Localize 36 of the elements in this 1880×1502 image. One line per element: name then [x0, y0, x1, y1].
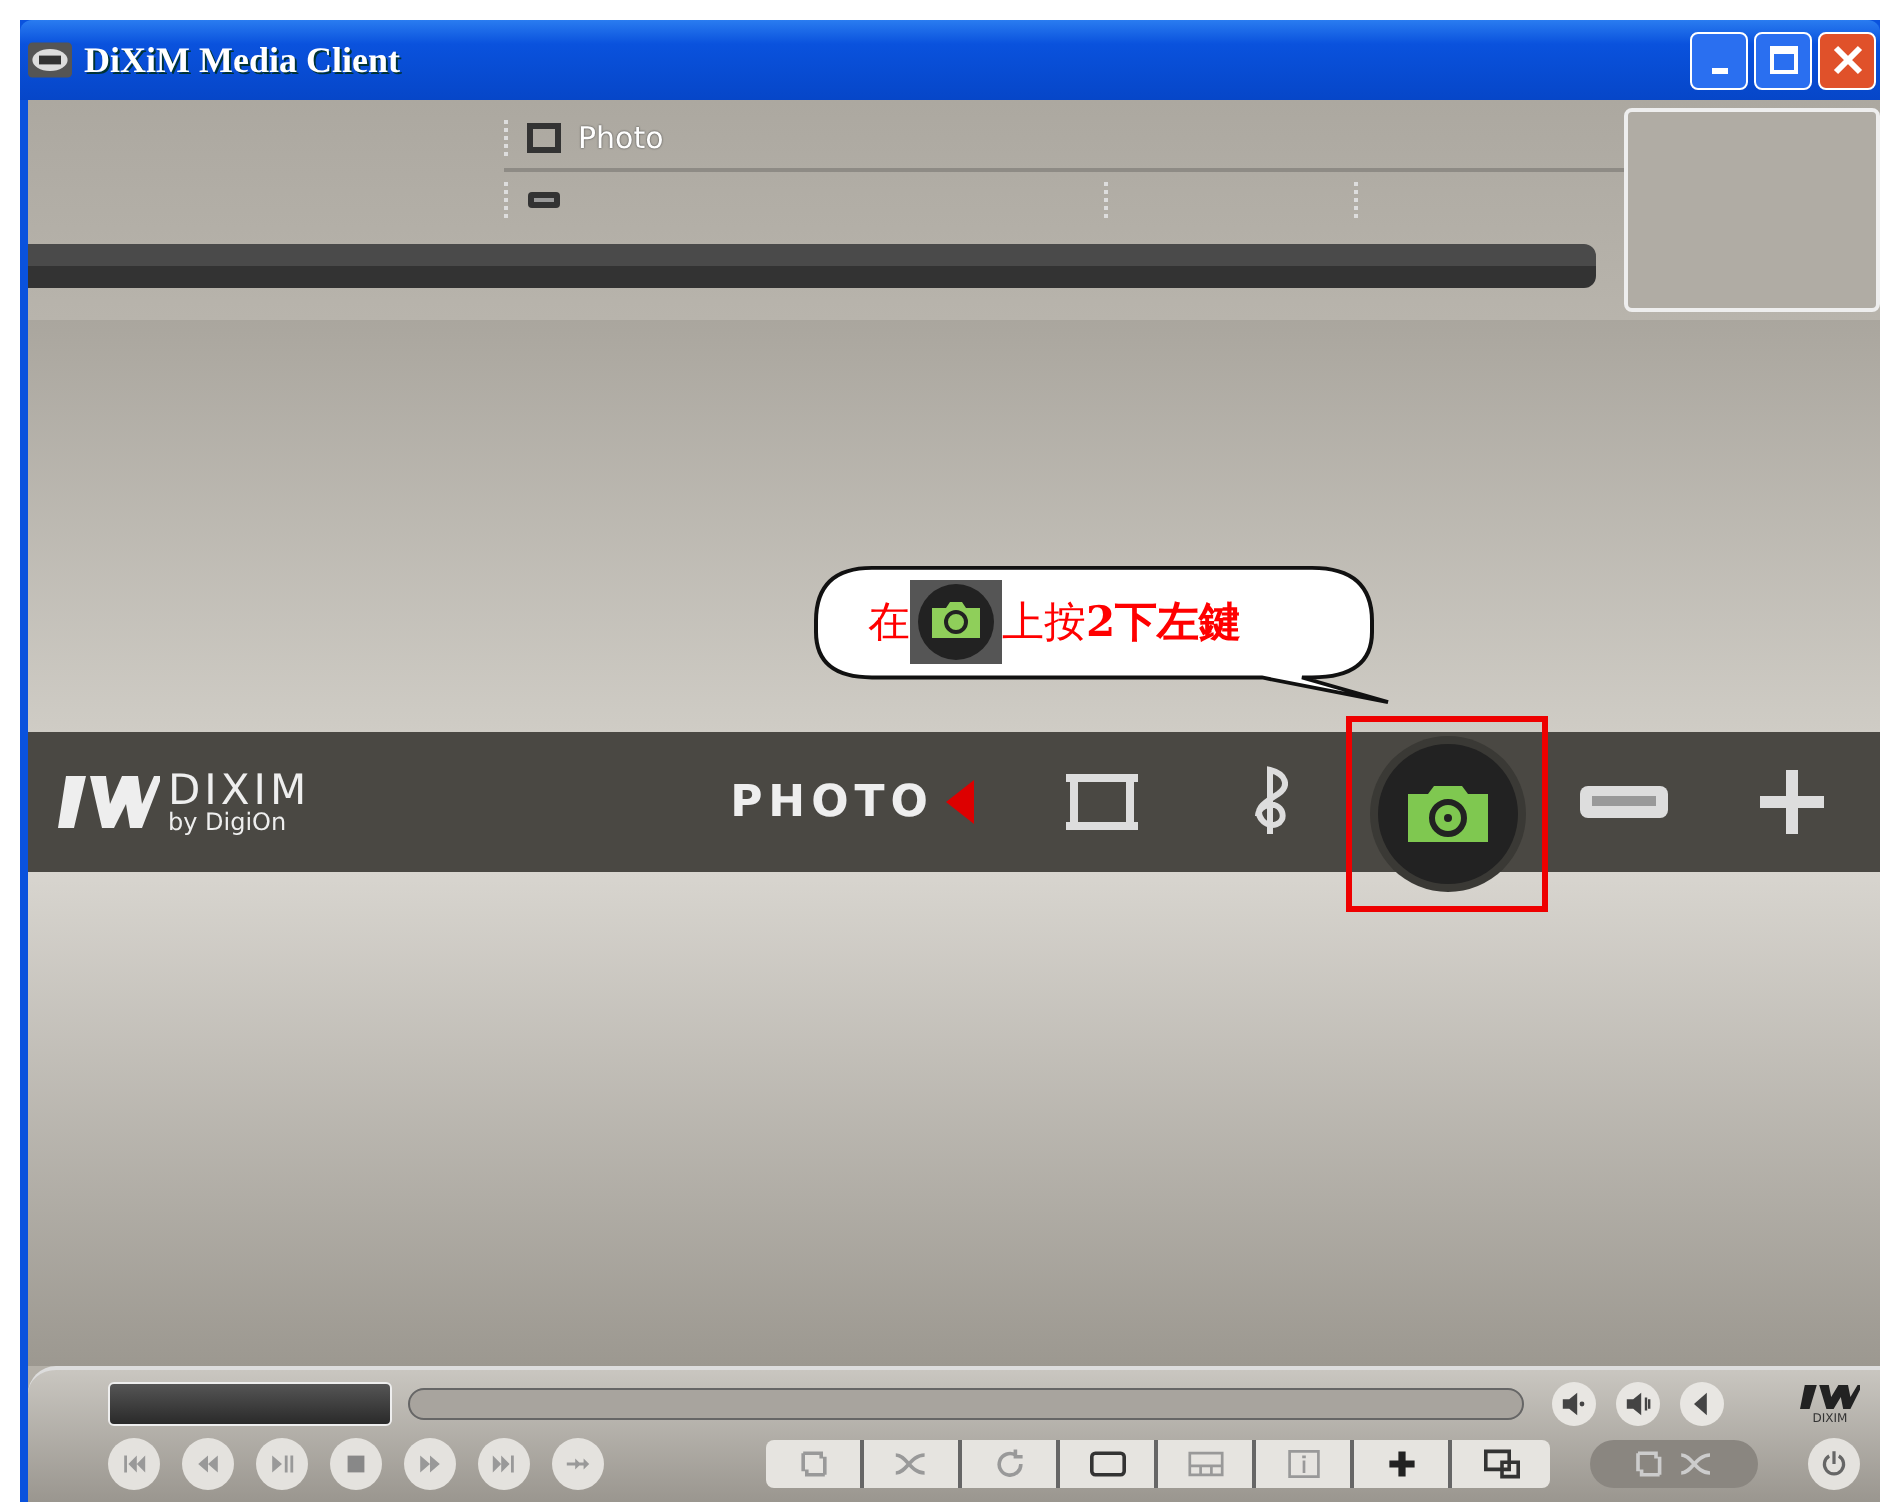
- rewind-icon: [194, 1450, 222, 1478]
- speaker-icon: [1622, 1388, 1654, 1420]
- square-icon: [526, 122, 562, 154]
- volume-down-button[interactable]: [1552, 1382, 1596, 1426]
- pointer-icon: [946, 780, 975, 824]
- instruction-text: 上按2下左鍵: [1002, 594, 1242, 650]
- pip-icon: [1479, 1446, 1523, 1482]
- app-logo-icon: [28, 42, 72, 78]
- power-button[interactable]: [1808, 1438, 1860, 1490]
- forward-icon: [416, 1450, 444, 1478]
- speaker-icon: [1558, 1388, 1590, 1420]
- treble-clef-icon: [1252, 766, 1289, 838]
- playpause-icon: [268, 1450, 296, 1478]
- window-title: DiXiM Media Client: [84, 39, 400, 81]
- grid-icon: [1183, 1446, 1227, 1482]
- close-button[interactable]: [1818, 31, 1876, 89]
- camera-icon: [910, 580, 1002, 664]
- mute-button[interactable]: [1680, 1382, 1724, 1426]
- column-header: Photo: [578, 120, 664, 156]
- brand-logo-icon: [56, 772, 160, 832]
- maximize-button[interactable]: [1754, 31, 1812, 89]
- stop-icon: [342, 1450, 370, 1478]
- power-icon: [1818, 1448, 1850, 1480]
- screen-icon: [1085, 1446, 1129, 1482]
- brand-logo-icon: [1800, 1382, 1860, 1412]
- instruction-text: 在: [868, 596, 910, 650]
- section-label: PHOTO: [730, 777, 935, 827]
- mode-toggle[interactable]: [1590, 1440, 1758, 1488]
- brand-name: DIXIM: [168, 770, 311, 810]
- first-icon: [120, 1450, 148, 1478]
- volume-up-button[interactable]: [1616, 1382, 1660, 1426]
- stop-button[interactable]: [330, 1438, 382, 1490]
- minimize-button[interactable]: [1690, 31, 1748, 89]
- last-icon: [490, 1450, 518, 1478]
- brand-tagline: by DigiOn: [168, 810, 289, 834]
- minimize-icon: [1711, 67, 1727, 73]
